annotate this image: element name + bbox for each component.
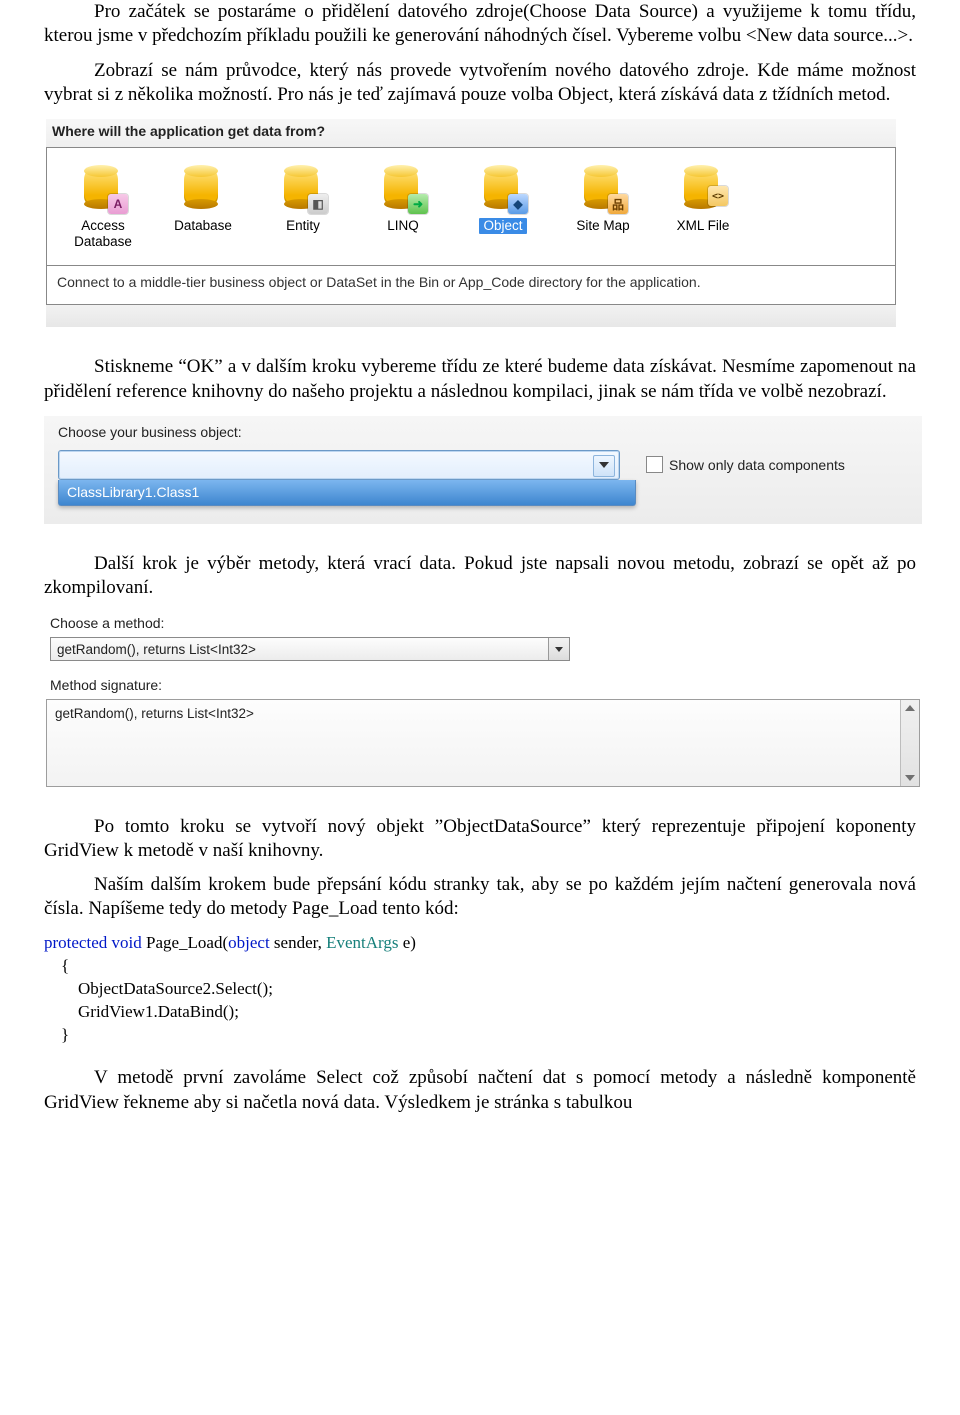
ds1-option-linq[interactable]: ➜ LINQ [353,162,453,249]
code-text: { [44,956,69,975]
paragraph-6-text: Naším dalším krokem bude přepsání kódu s… [44,874,916,919]
ds1-options-list: A Access Database Database ◧ Entity ➜ [46,147,896,266]
code-keyword: protected [44,933,107,952]
ds1-description: Connect to a middle-tier business object… [46,266,896,305]
paragraph-1-text: Pro začátek se postaráme o přidělení dat… [44,1,916,46]
database-icon: ◆ [480,164,526,212]
show-only-data-components-checkbox[interactable] [646,456,663,473]
method-combobox-value: getRandom(), returns List<Int32> [57,642,256,657]
paragraph-2-text: Zobrazí se nám průvodce, který nás prove… [44,60,916,105]
paragraph-5: Po tomto kroku se vytvoří nový objekt ”O… [44,815,916,864]
ds1-option-sitemap[interactable]: 品 Site Map [553,162,653,249]
chevron-down-icon [555,647,563,652]
database-icon: A [80,164,126,212]
scroll-down-icon [905,775,915,781]
ds3-method-label: Choose a method: [44,613,922,637]
ds2-label: Choose your business object: [58,424,912,440]
ds1-footer-bar [46,305,896,327]
paragraph-5-text: Po tomto kroku se vytvoří nový objekt ”O… [44,816,916,861]
ds1-option-database[interactable]: Database [153,162,253,249]
paragraph-4-text: Další krok je výběr metody, která vrací … [44,553,916,598]
database-icon: ◧ [280,164,326,212]
ds1-option-label: Object [479,218,526,234]
ds1-option-label: Access Database [53,218,153,249]
ds1-option-xml-file[interactable]: <> XML File [653,162,753,249]
ds1-option-access-database[interactable]: A Access Database [53,162,153,249]
ds1-title: Where will the application get data from… [46,119,896,147]
ds1-option-label: LINQ [353,218,453,234]
screenshot-choose-business-object: Choose your business object: Show only d… [44,416,922,524]
screenshot-choose-data-source: Where will the application get data from… [46,119,896,327]
paragraph-1: Pro začátek se postaráme o přidělení dat… [44,0,916,49]
business-object-dropdown-item[interactable]: ClassLibrary1.Class1 [58,480,636,506]
database-icon: ➜ [380,164,426,212]
ds1-option-label: XML File [653,218,753,234]
code-text: ObjectDataSource2.Select(); [44,979,273,998]
paragraph-3: Stiskneme “OK” a v dalším kroku vybereme… [44,355,916,404]
code-type: EventArgs [326,933,398,952]
code-keyword: void [112,933,142,952]
paragraph-3-text: Stiskneme “OK” a v dalším kroku vybereme… [44,356,916,401]
code-keyword: object [228,933,270,952]
paragraph-7: V metodě první zavoláme Select což způso… [44,1066,916,1115]
database-icon [180,164,226,212]
code-text: Page_Load( [142,933,228,952]
ds1-option-object[interactable]: ◆ Object [453,162,553,249]
ds1-option-label: Site Map [553,218,653,234]
paragraph-6: Naším dalším krokem bude přepsání kódu s… [44,873,916,922]
chevron-down-icon [599,462,609,468]
ds3-signature-label: Method signature: [44,675,922,699]
scrollbar[interactable] [900,700,919,786]
ds1-option-label: Entity [253,218,353,234]
paragraph-7-text: V metodě první zavoláme Select což způso… [44,1067,916,1112]
show-only-data-components-label: Show only data components [669,457,845,473]
code-text: e) [399,933,416,952]
code-text: } [44,1025,69,1044]
code-block: protected void Page_Load(object sender, … [44,932,916,1047]
method-signature-text: getRandom(), returns List<Int32> [55,706,254,721]
code-text: sender, [270,933,326,952]
ds1-option-entity[interactable]: ◧ Entity [253,162,353,249]
method-combobox[interactable]: getRandom(), returns List<Int32> [50,637,570,661]
paragraph-4: Další krok je výběr metody, která vrací … [44,552,916,601]
code-text: GridView1.DataBind(); [44,1002,239,1021]
database-icon: 品 [580,164,626,212]
business-object-combobox[interactable] [58,450,620,480]
scroll-up-icon [905,705,915,711]
paragraph-2: Zobrazí se nám průvodce, který nás prove… [44,59,916,108]
ds1-option-label: Database [153,218,253,234]
screenshot-choose-method: Choose a method: getRandom(), returns Li… [44,613,922,787]
database-icon: <> [680,164,726,212]
method-signature-box: getRandom(), returns List<Int32> [46,699,920,787]
